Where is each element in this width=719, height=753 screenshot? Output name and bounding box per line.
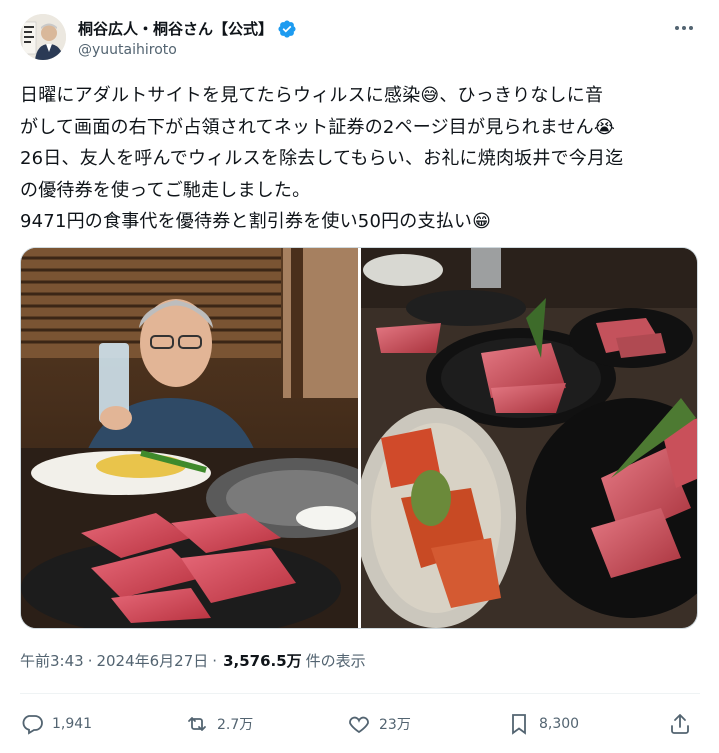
- photo-man-with-meat[interactable]: [21, 248, 358, 628]
- view-count: 3,576.5万: [223, 652, 302, 670]
- more-options-icon[interactable]: [672, 18, 696, 38]
- action-bar: 1,941 2.7万 23万 8,300: [20, 708, 700, 740]
- media-grid: [20, 247, 698, 629]
- meta-separator: ·: [87, 651, 93, 670]
- reply-icon: [22, 715, 43, 735]
- tweet-line: 26日、友人を呼んでウィルスを除去してもらい、お礼に焼肉坂井で今月迄: [20, 148, 624, 169]
- retweet-icon: [188, 717, 206, 731]
- tweet-date[interactable]: 2024年6月27日: [96, 650, 208, 671]
- meta-separator: ·: [212, 651, 218, 670]
- tweet-line: がして画面の右下が占領されてネット証券の2ページ目が見られません😭: [20, 116, 616, 138]
- author-handle[interactable]: @yuutaihiroto: [78, 42, 177, 58]
- heart-icon: [349, 716, 369, 734]
- tweet-time[interactable]: 午前3:43: [20, 650, 84, 671]
- avatar-image: [20, 14, 66, 60]
- retweet-count: 2.7万: [217, 717, 254, 733]
- verified-badge-icon: [278, 19, 296, 38]
- retweet-button[interactable]: 2.7万: [185, 708, 253, 740]
- view-count-label: 件の表示: [305, 652, 366, 670]
- bookmark-button[interactable]: 8,300: [507, 708, 579, 740]
- tweet-header: 桐谷広人・桐谷さん【公式】 @yuutaihiroto: [20, 14, 700, 64]
- share-icon: [671, 714, 689, 734]
- tweet-meta: 午前3:43 · 2024年6月27日 · 3,576.5万 件の表示: [20, 650, 366, 671]
- tweet-line: の優待券を使ってご馳走しました。: [20, 179, 311, 201]
- tweet-line: 日曜にアダルトサイトを見てたらウィルスに感染😅、ひっきりなしに音: [20, 85, 604, 106]
- author-name[interactable]: 桐谷広人・桐谷さん【公式】: [78, 18, 273, 39]
- reply-button[interactable]: 1,941: [20, 708, 92, 740]
- photo-image: [361, 248, 697, 628]
- share-button[interactable]: [668, 708, 692, 740]
- photo-yakiniku-dishes[interactable]: [361, 248, 697, 628]
- reply-count: 1,941: [52, 716, 93, 732]
- photo-image: [21, 248, 358, 628]
- tweet-body: 日曜にアダルトサイトを見てたらウィルスに感染😅、ひっきりなしに音 がして画面の右…: [20, 80, 700, 238]
- bookmark-count: 8,300: [539, 716, 580, 732]
- bookmark-icon: [512, 714, 526, 735]
- like-button[interactable]: 23万: [347, 708, 411, 740]
- like-count: 23万: [379, 717, 411, 733]
- divider: [20, 693, 700, 694]
- tweet-line: 9471円の食事代を優待券と割引券を使い50円の支払い😁: [20, 211, 492, 232]
- author-avatar[interactable]: [20, 14, 66, 60]
